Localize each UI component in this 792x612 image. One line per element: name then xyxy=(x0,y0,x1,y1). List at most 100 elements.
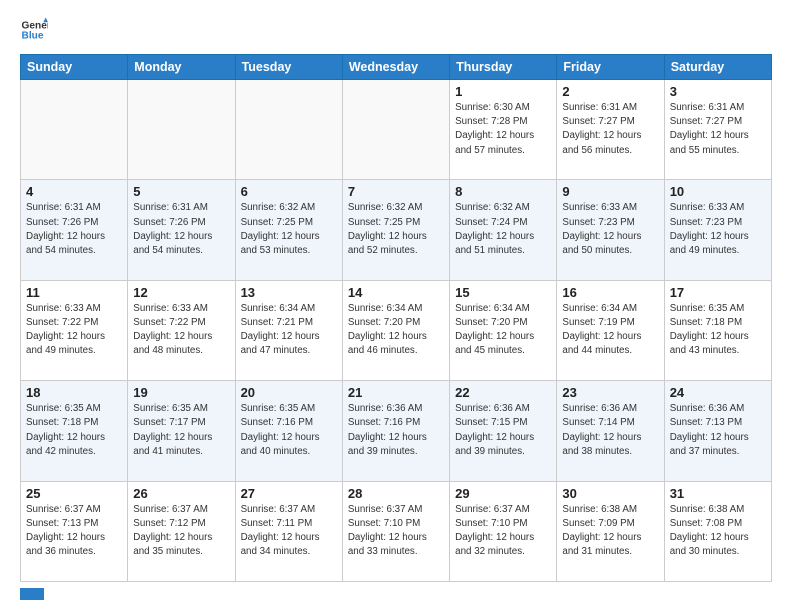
day-info: Sunrise: 6:30 AM Sunset: 7:28 PM Dayligh… xyxy=(455,101,551,158)
day-number: 28 xyxy=(348,486,444,501)
calendar-cell: 10 Sunrise: 6:33 AM Sunset: 7:23 PM Dayli… xyxy=(664,180,771,280)
day-number: 14 xyxy=(348,285,444,300)
day-info: Sunrise: 6:36 AM Sunset: 7:14 PM Dayligh… xyxy=(562,402,658,459)
day-number: 25 xyxy=(26,486,122,501)
day-info: Sunrise: 6:37 AM Sunset: 7:13 PM Dayligh… xyxy=(26,503,122,560)
calendar-cell: 20 Sunrise: 6:35 AM Sunset: 7:16 PM Dayli… xyxy=(235,381,342,481)
day-number: 5 xyxy=(133,184,229,199)
day-number: 17 xyxy=(670,285,766,300)
day-number: 13 xyxy=(241,285,337,300)
day-info: Sunrise: 6:33 AM Sunset: 7:23 PM Dayligh… xyxy=(562,201,658,258)
calendar-cell: 13 Sunrise: 6:34 AM Sunset: 7:21 PM Dayli… xyxy=(235,280,342,380)
calendar-cell: 7 Sunrise: 6:32 AM Sunset: 7:25 PM Daylig… xyxy=(342,180,449,280)
day-info: Sunrise: 6:36 AM Sunset: 7:16 PM Dayligh… xyxy=(348,402,444,459)
calendar-cell xyxy=(342,80,449,180)
day-info: Sunrise: 6:33 AM Sunset: 7:22 PM Dayligh… xyxy=(133,302,229,359)
calendar-cell: 6 Sunrise: 6:32 AM Sunset: 7:25 PM Daylig… xyxy=(235,180,342,280)
day-number: 8 xyxy=(455,184,551,199)
day-number: 11 xyxy=(26,285,122,300)
day-info: Sunrise: 6:37 AM Sunset: 7:11 PM Dayligh… xyxy=(241,503,337,560)
calendar-cell: 3 Sunrise: 6:31 AM Sunset: 7:27 PM Daylig… xyxy=(664,80,771,180)
calendar-cell: 14Sunrise: 6:34 AM Sunset: 7:20 PM Dayli… xyxy=(342,280,449,380)
weekday-header-row: SundayMondayTuesdayWednesdayThursdayFrid… xyxy=(21,55,772,80)
day-number: 24 xyxy=(670,385,766,400)
day-info: Sunrise: 6:35 AM Sunset: 7:17 PM Dayligh… xyxy=(133,402,229,459)
calendar-cell: 29 Sunrise: 6:37 AM Sunset: 7:10 PM Dayli… xyxy=(450,481,557,581)
day-number: 12 xyxy=(133,285,229,300)
calendar-cell: 28 Sunrise: 6:37 AM Sunset: 7:10 PM Dayli… xyxy=(342,481,449,581)
day-number: 21 xyxy=(348,385,444,400)
day-info: Sunrise: 6:37 AM Sunset: 7:12 PM Dayligh… xyxy=(133,503,229,560)
day-info: Sunrise: 6:38 AM Sunset: 7:08 PM Dayligh… xyxy=(670,503,766,560)
day-info: Sunrise: 6:37 AM Sunset: 7:10 PM Dayligh… xyxy=(455,503,551,560)
calendar-cell: 9 Sunrise: 6:33 AM Sunset: 7:23 PM Daylig… xyxy=(557,180,664,280)
calendar-cell: 18Sunrise: 6:35 AM Sunset: 7:18 PM Dayli… xyxy=(21,381,128,481)
header: General Blue xyxy=(20,16,772,44)
calendar-cell: 22Sunrise: 6:36 AM Sunset: 7:15 PM Dayli… xyxy=(450,381,557,481)
calendar-cell xyxy=(21,80,128,180)
day-number: 26 xyxy=(133,486,229,501)
calendar-cell: 31Sunrise: 6:38 AM Sunset: 7:08 PM Dayli… xyxy=(664,481,771,581)
logo-icon: General Blue xyxy=(20,16,48,44)
day-number: 3 xyxy=(670,84,766,99)
day-info: Sunrise: 6:34 AM Sunset: 7:21 PM Dayligh… xyxy=(241,302,337,359)
calendar-cell: 25 Sunrise: 6:37 AM Sunset: 7:13 PM Dayli… xyxy=(21,481,128,581)
day-number: 7 xyxy=(348,184,444,199)
day-number: 30 xyxy=(562,486,658,501)
day-info: Sunrise: 6:31 AM Sunset: 7:26 PM Dayligh… xyxy=(133,201,229,258)
calendar-cell: 4 Sunrise: 6:31 AM Sunset: 7:26 PM Daylig… xyxy=(21,180,128,280)
day-info: Sunrise: 6:35 AM Sunset: 7:16 PM Dayligh… xyxy=(241,402,337,459)
calendar-week-3: 11 Sunrise: 6:33 AM Sunset: 7:22 PM Dayli… xyxy=(21,280,772,380)
calendar-cell: 26 Sunrise: 6:37 AM Sunset: 7:12 PM Dayli… xyxy=(128,481,235,581)
day-number: 19 xyxy=(133,385,229,400)
logo: General Blue xyxy=(20,16,48,44)
calendar-cell: 23 Sunrise: 6:36 AM Sunset: 7:14 PM Dayli… xyxy=(557,381,664,481)
day-info: Sunrise: 6:32 AM Sunset: 7:25 PM Dayligh… xyxy=(241,201,337,258)
day-info: Sunrise: 6:31 AM Sunset: 7:26 PM Dayligh… xyxy=(26,201,122,258)
day-info: Sunrise: 6:36 AM Sunset: 7:15 PM Dayligh… xyxy=(455,402,551,459)
day-info: Sunrise: 6:37 AM Sunset: 7:10 PM Dayligh… xyxy=(348,503,444,560)
calendar-week-2: 4 Sunrise: 6:31 AM Sunset: 7:26 PM Daylig… xyxy=(21,180,772,280)
footer xyxy=(20,588,772,600)
day-info: Sunrise: 6:31 AM Sunset: 7:27 PM Dayligh… xyxy=(670,101,766,158)
calendar-cell: 16Sunrise: 6:34 AM Sunset: 7:19 PM Dayli… xyxy=(557,280,664,380)
calendar-cell: 2 Sunrise: 6:31 AM Sunset: 7:27 PM Daylig… xyxy=(557,80,664,180)
page: General Blue SundayMondayTuesdayWednesda… xyxy=(0,0,792,612)
calendar-cell: 27 Sunrise: 6:37 AM Sunset: 7:11 PM Dayli… xyxy=(235,481,342,581)
calendar-cell: 8Sunrise: 6:32 AM Sunset: 7:24 PM Daylig… xyxy=(450,180,557,280)
weekday-header-monday: Monday xyxy=(128,55,235,80)
calendar-cell: 12 Sunrise: 6:33 AM Sunset: 7:22 PM Dayli… xyxy=(128,280,235,380)
day-number: 18 xyxy=(26,385,122,400)
day-info: Sunrise: 6:32 AM Sunset: 7:25 PM Dayligh… xyxy=(348,201,444,258)
weekday-header-sunday: Sunday xyxy=(21,55,128,80)
day-info: Sunrise: 6:34 AM Sunset: 7:20 PM Dayligh… xyxy=(455,302,551,359)
day-info: Sunrise: 6:33 AM Sunset: 7:23 PM Dayligh… xyxy=(670,201,766,258)
day-number: 15 xyxy=(455,285,551,300)
day-info: Sunrise: 6:31 AM Sunset: 7:27 PM Dayligh… xyxy=(562,101,658,158)
calendar-cell: 5 Sunrise: 6:31 AM Sunset: 7:26 PM Daylig… xyxy=(128,180,235,280)
day-number: 29 xyxy=(455,486,551,501)
calendar-week-5: 25 Sunrise: 6:37 AM Sunset: 7:13 PM Dayli… xyxy=(21,481,772,581)
day-number: 9 xyxy=(562,184,658,199)
day-number: 20 xyxy=(241,385,337,400)
weekday-header-saturday: Saturday xyxy=(664,55,771,80)
calendar-cell: 30 Sunrise: 6:38 AM Sunset: 7:09 PM Dayli… xyxy=(557,481,664,581)
day-number: 4 xyxy=(26,184,122,199)
day-number: 23 xyxy=(562,385,658,400)
day-info: Sunrise: 6:38 AM Sunset: 7:09 PM Dayligh… xyxy=(562,503,658,560)
calendar-cell xyxy=(128,80,235,180)
day-number: 10 xyxy=(670,184,766,199)
weekday-header-friday: Friday xyxy=(557,55,664,80)
calendar-cell: 24Sunrise: 6:36 AM Sunset: 7:13 PM Dayli… xyxy=(664,381,771,481)
day-number: 27 xyxy=(241,486,337,501)
weekday-header-thursday: Thursday xyxy=(450,55,557,80)
svg-text:Blue: Blue xyxy=(22,31,44,42)
calendar-table: SundayMondayTuesdayWednesdayThursdayFrid… xyxy=(20,54,772,582)
calendar-cell: 15 Sunrise: 6:34 AM Sunset: 7:20 PM Dayli… xyxy=(450,280,557,380)
day-number: 6 xyxy=(241,184,337,199)
day-number: 16 xyxy=(562,285,658,300)
day-number: 2 xyxy=(562,84,658,99)
legend-color-box xyxy=(20,588,44,600)
calendar-week-1: 1Sunrise: 6:30 AM Sunset: 7:28 PM Daylig… xyxy=(21,80,772,180)
calendar-cell xyxy=(235,80,342,180)
